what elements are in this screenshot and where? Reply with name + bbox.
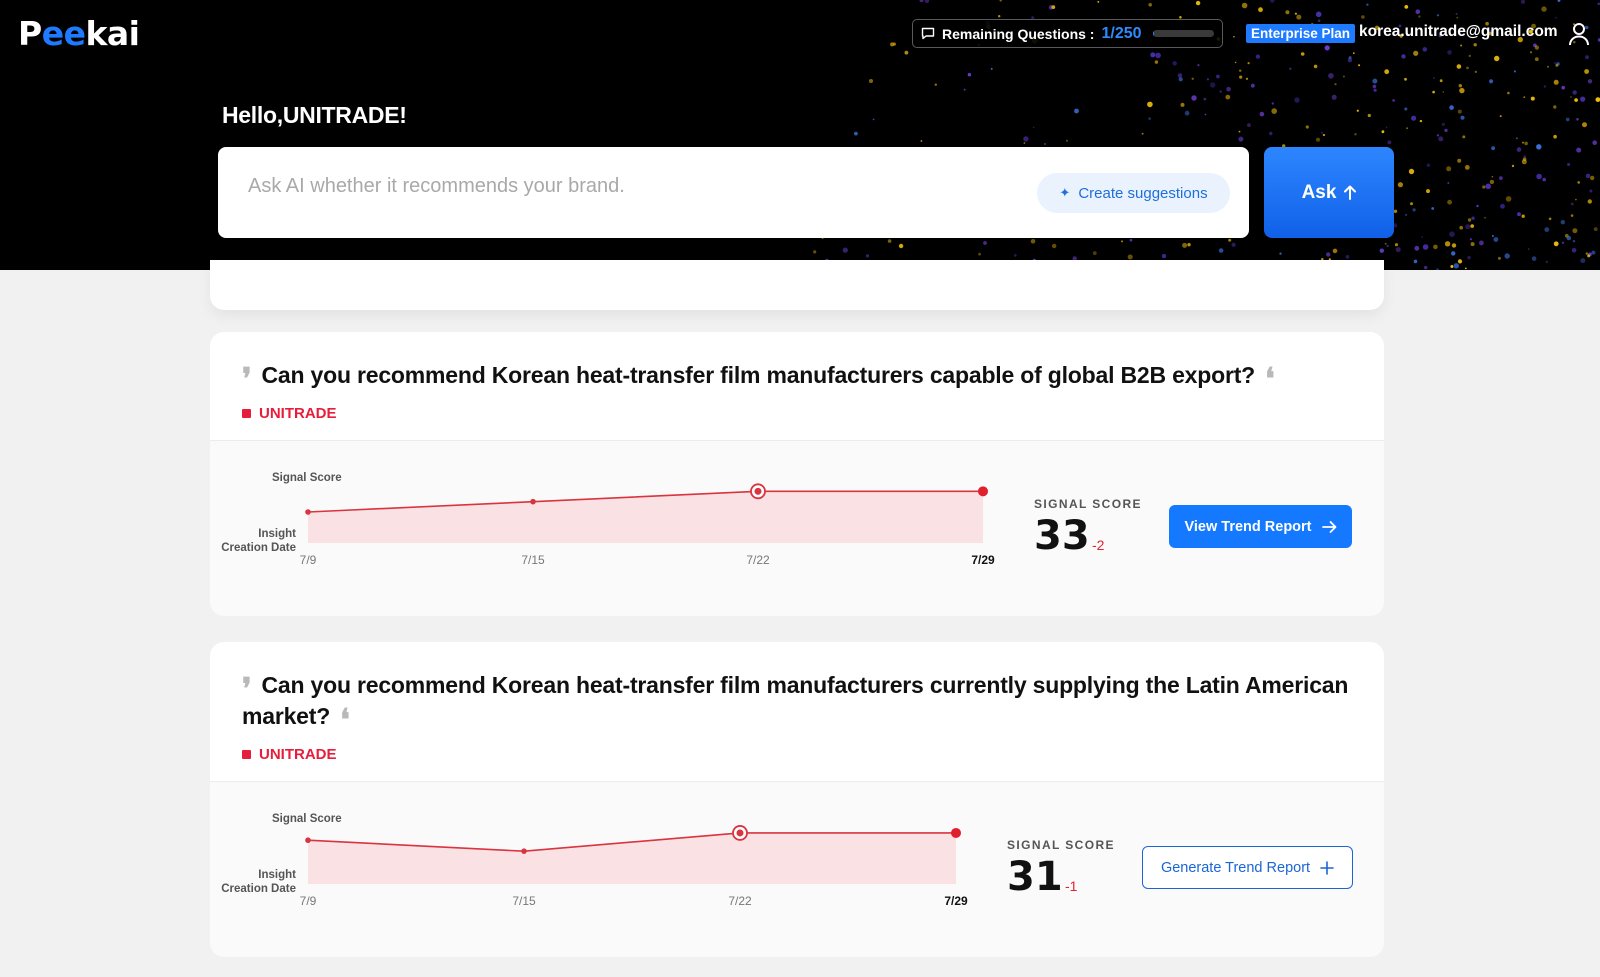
chart-x-axis-label-line2: Creation Date	[221, 883, 296, 895]
create-suggestions-button[interactable]: ✦ Create suggestions	[1037, 173, 1230, 213]
arrow-right-icon	[1321, 520, 1336, 533]
chart-x-tick-label: 7/15	[521, 553, 545, 567]
chart-point	[754, 487, 762, 495]
brand-tag: UNITRADE	[242, 405, 1352, 422]
logo-accent: ee	[41, 14, 86, 53]
chart-point	[736, 829, 744, 837]
plan-badge: Enterprise Plan	[1246, 24, 1356, 43]
chart-point	[951, 827, 961, 838]
chart-x-tick-label: 7/22	[728, 894, 752, 908]
remaining-progress-bar	[1152, 30, 1214, 37]
quote-open-icon: ❜	[242, 362, 252, 397]
top-header: Peekai Remaining Questions : 1/250 Enter…	[0, 0, 1600, 270]
chart-area	[308, 832, 956, 884]
quote-close-icon: ❛	[340, 703, 350, 738]
remaining-label: Remaining Questions :	[942, 25, 1095, 42]
view-trend-report-label: View Trend Report	[1184, 518, 1312, 535]
signal-score-chart: 7/9 7/15 7/22 7/29 Signal Score Insight Creati…	[221, 813, 968, 908]
create-suggestions-label: Create suggestions	[1078, 184, 1208, 202]
question-text: Can you recommend Korean heat-transfer f…	[261, 362, 1256, 388]
previous-card-edge	[210, 260, 1384, 310]
chat-bubble-icon	[921, 27, 935, 40]
sparkle-plus-icon: ✦	[1059, 185, 1071, 200]
brand-dot-icon	[242, 409, 251, 418]
signal-score-delta: -2	[1092, 537, 1105, 553]
ask-label: Ask	[1301, 181, 1337, 203]
question-text-wrap: ❜ Can you recommend Korean heat-transfer …	[242, 360, 1352, 397]
chart-y-axis-label: Signal Score	[272, 813, 342, 825]
chart-x-tick-label: 7/22	[746, 553, 770, 567]
chart-area	[308, 491, 983, 543]
quote-close-icon: ❛	[1265, 362, 1275, 397]
chart-x-tick-label: 7/9	[300, 894, 317, 908]
chart-y-axis-label: Signal Score	[272, 472, 342, 484]
signal-score-label: SIGNAL SCORE	[1007, 838, 1115, 852]
arrow-up-icon	[1344, 185, 1357, 200]
generate-trend-report-label: Generate Trend Report	[1160, 859, 1311, 876]
chart-x-axis-label-line2: Creation Date	[221, 542, 296, 554]
peekai-logo[interactable]: Peekai	[18, 14, 140, 53]
chart-point	[530, 498, 536, 505]
signal-score-delta: -1	[1065, 878, 1078, 894]
remaining-questions: Remaining Questions : 1/250	[912, 19, 1223, 48]
signal-score-value: 33	[1034, 513, 1090, 559]
ask-input[interactable]	[248, 175, 1008, 198]
chart-point	[521, 848, 527, 854]
question-card-header: ❜ Can you recommend Korean heat-transfer …	[210, 332, 1384, 441]
logo-prefix: P	[18, 14, 42, 53]
logo-suffix: kai	[85, 14, 140, 53]
signal-score-label: SIGNAL SCORE	[1034, 497, 1142, 511]
chart-x-tick-label: 7/29	[944, 894, 968, 908]
brand-name: UNITRADE	[259, 746, 337, 763]
quote-open-icon: ❜	[242, 672, 252, 707]
chart-x-axis-label-line1: Insight	[258, 869, 296, 881]
question-card-header: ❜ Can you recommend Korean heat-transfer …	[210, 642, 1384, 782]
generate-trend-report-button[interactable]: Generate Trend Report	[1142, 846, 1353, 889]
chart-x-axis-label-line1: Insight	[258, 528, 296, 540]
chart-x-tick-label: 7/9	[300, 553, 317, 567]
chart-point	[305, 837, 311, 844]
chart-x-tick-label: 7/29	[971, 553, 995, 567]
chart-point	[305, 509, 311, 515]
account-email: korea.unitrade@gmail.com	[1359, 23, 1558, 40]
remaining-count: 1/250	[1101, 24, 1142, 42]
question-card: ❜ Can you recommend Korean heat-transfer …	[210, 642, 1384, 957]
view-trend-report-button[interactable]: View Trend Report	[1169, 505, 1352, 548]
question-card: ❜ Can you recommend Korean heat-transfer …	[210, 332, 1384, 616]
ask-button[interactable]: Ask	[1264, 147, 1394, 238]
brand-dot-icon	[242, 750, 251, 759]
signal-score-section: 7/9 7/15 7/22 7/29 Signal Score Insight Creati…	[210, 782, 1384, 957]
signal-score-chart: 7/9 7/15 7/22 7/29 Signal Score Insight Creati…	[221, 472, 995, 567]
greeting: Hello,UNITRADE!	[222, 102, 407, 128]
signal-score-section: 7/9 7/15 7/22 7/29 Signal Score Insight Creati…	[210, 441, 1384, 616]
plus-icon	[1320, 860, 1334, 875]
signal-score-value: 31	[1007, 854, 1063, 900]
user-profile-icon[interactable]	[1568, 22, 1590, 46]
question-text-wrap: ❜ Can you recommend Korean heat-transfer …	[242, 670, 1352, 738]
brand-tag: UNITRADE	[242, 746, 1352, 763]
ask-box: ✦ Create suggestions	[218, 147, 1249, 238]
brand-name: UNITRADE	[259, 405, 337, 422]
chart-x-tick-label: 7/15	[512, 894, 536, 908]
chart-point	[978, 486, 988, 497]
question-text: Can you recommend Korean heat-transfer f…	[242, 672, 1349, 729]
